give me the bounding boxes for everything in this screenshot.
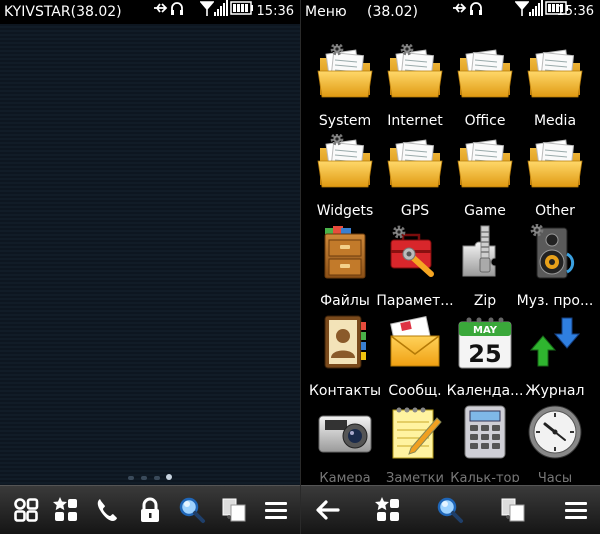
menu-item-gps[interactable]: GPS [378,134,452,224]
menu-screen: Меню (38.02) 15:36 System Internet Offic… [301,0,600,534]
folder-icon [457,134,513,190]
notes-icon [392,407,442,459]
log-icon [529,317,581,367]
menu-item-office[interactable]: Office [448,44,522,134]
search-icon[interactable] [436,496,464,524]
calendar-day: 25 [468,340,501,368]
folder-gear-icon [387,44,443,100]
lock-icon[interactable] [136,496,164,524]
calendar-icon: MAY 25 [458,317,512,369]
clock-time: 15:36 [256,4,294,19]
clock-icon [528,405,582,459]
status-code: (38.02) [367,4,419,20]
battery-icon [230,1,253,15]
menu-item-calendar[interactable]: MAY 25 Календа... [447,314,523,404]
menu-item-files[interactable]: Файлы [308,224,382,314]
signal-antenna-icon [200,1,214,16]
folder-icon [527,134,583,190]
apps-grid-icon[interactable] [12,496,40,524]
menu-toolbar [301,485,600,534]
menu-item-notes[interactable]: Заметки [378,404,452,494]
menu-item-settings[interactable]: Парамет... [376,224,454,314]
zip-icon [462,225,496,277]
headset-icon [470,2,482,15]
music-player-icon [530,224,575,279]
menu-item-clock[interactable]: Часы [518,404,592,494]
camera-icon [318,415,372,453]
page-dot[interactable] [154,476,160,480]
headset-icon [171,2,183,15]
menu-item-game[interactable]: Game [448,134,522,224]
menu-item-zip[interactable]: Zip [448,224,522,314]
home-toolbar [0,485,300,534]
signal-bars-icon [529,0,543,16]
menu-item-contacts[interactable]: Контакты [308,314,382,404]
calculator-icon [464,405,506,459]
search-icon[interactable] [178,496,206,524]
usb-icon [154,3,168,13]
file-manager-icon [324,226,366,279]
back-arrow-icon[interactable] [313,496,341,524]
options-icon[interactable] [262,496,290,524]
menu-item-internet[interactable]: Internet [378,44,452,134]
menu-item-calculator[interactable]: Кальк-тор [448,404,522,494]
clock-time: 15:36 [556,4,594,19]
page-dot-active[interactable] [166,474,172,480]
folder-gear-icon [317,44,373,100]
messages-icon [390,315,440,367]
signal-bars-icon [214,0,228,16]
options-icon[interactable] [562,496,590,524]
menu-item-music-player[interactable]: Муз. про... [517,224,593,314]
status-bar: Меню (38.02) 15:36 [301,0,600,24]
page-dot[interactable] [128,476,134,480]
favorites-icon[interactable] [374,496,402,524]
switch-apps-icon[interactable] [499,496,527,524]
usb-icon [453,3,467,13]
menu-item-widgets[interactable]: Widgets [308,134,382,224]
signal-antenna-icon [515,1,529,16]
menu-item-messages[interactable]: Сообщ. [378,314,452,404]
contacts-icon [324,315,366,369]
folder-icon [387,134,443,190]
calendar-month: MAY [473,325,498,336]
home-screen: KYIVSTAR(38.02) 15:36 [0,0,300,534]
favorites-icon[interactable] [52,496,80,524]
operator-name: KYIVSTAR(38.02) [4,4,122,20]
menu-item-system[interactable]: System [308,44,382,134]
folder-gear-icon [317,134,373,190]
phone-icon[interactable] [94,496,122,524]
page-dot[interactable] [141,476,147,480]
folder-icon [457,44,513,100]
settings-toolbox-icon [390,225,434,277]
status-bar: KYIVSTAR(38.02) 15:36 [0,0,300,24]
menu-item-camera[interactable]: Камера [308,404,382,494]
folder-icon [527,44,583,100]
menu-title: Меню [305,4,347,20]
menu-item-other[interactable]: Other [518,134,592,224]
menu-item-media[interactable]: Media [518,44,592,134]
menu-item-log[interactable]: Журнал [518,314,592,404]
switch-apps-icon[interactable] [220,496,248,524]
